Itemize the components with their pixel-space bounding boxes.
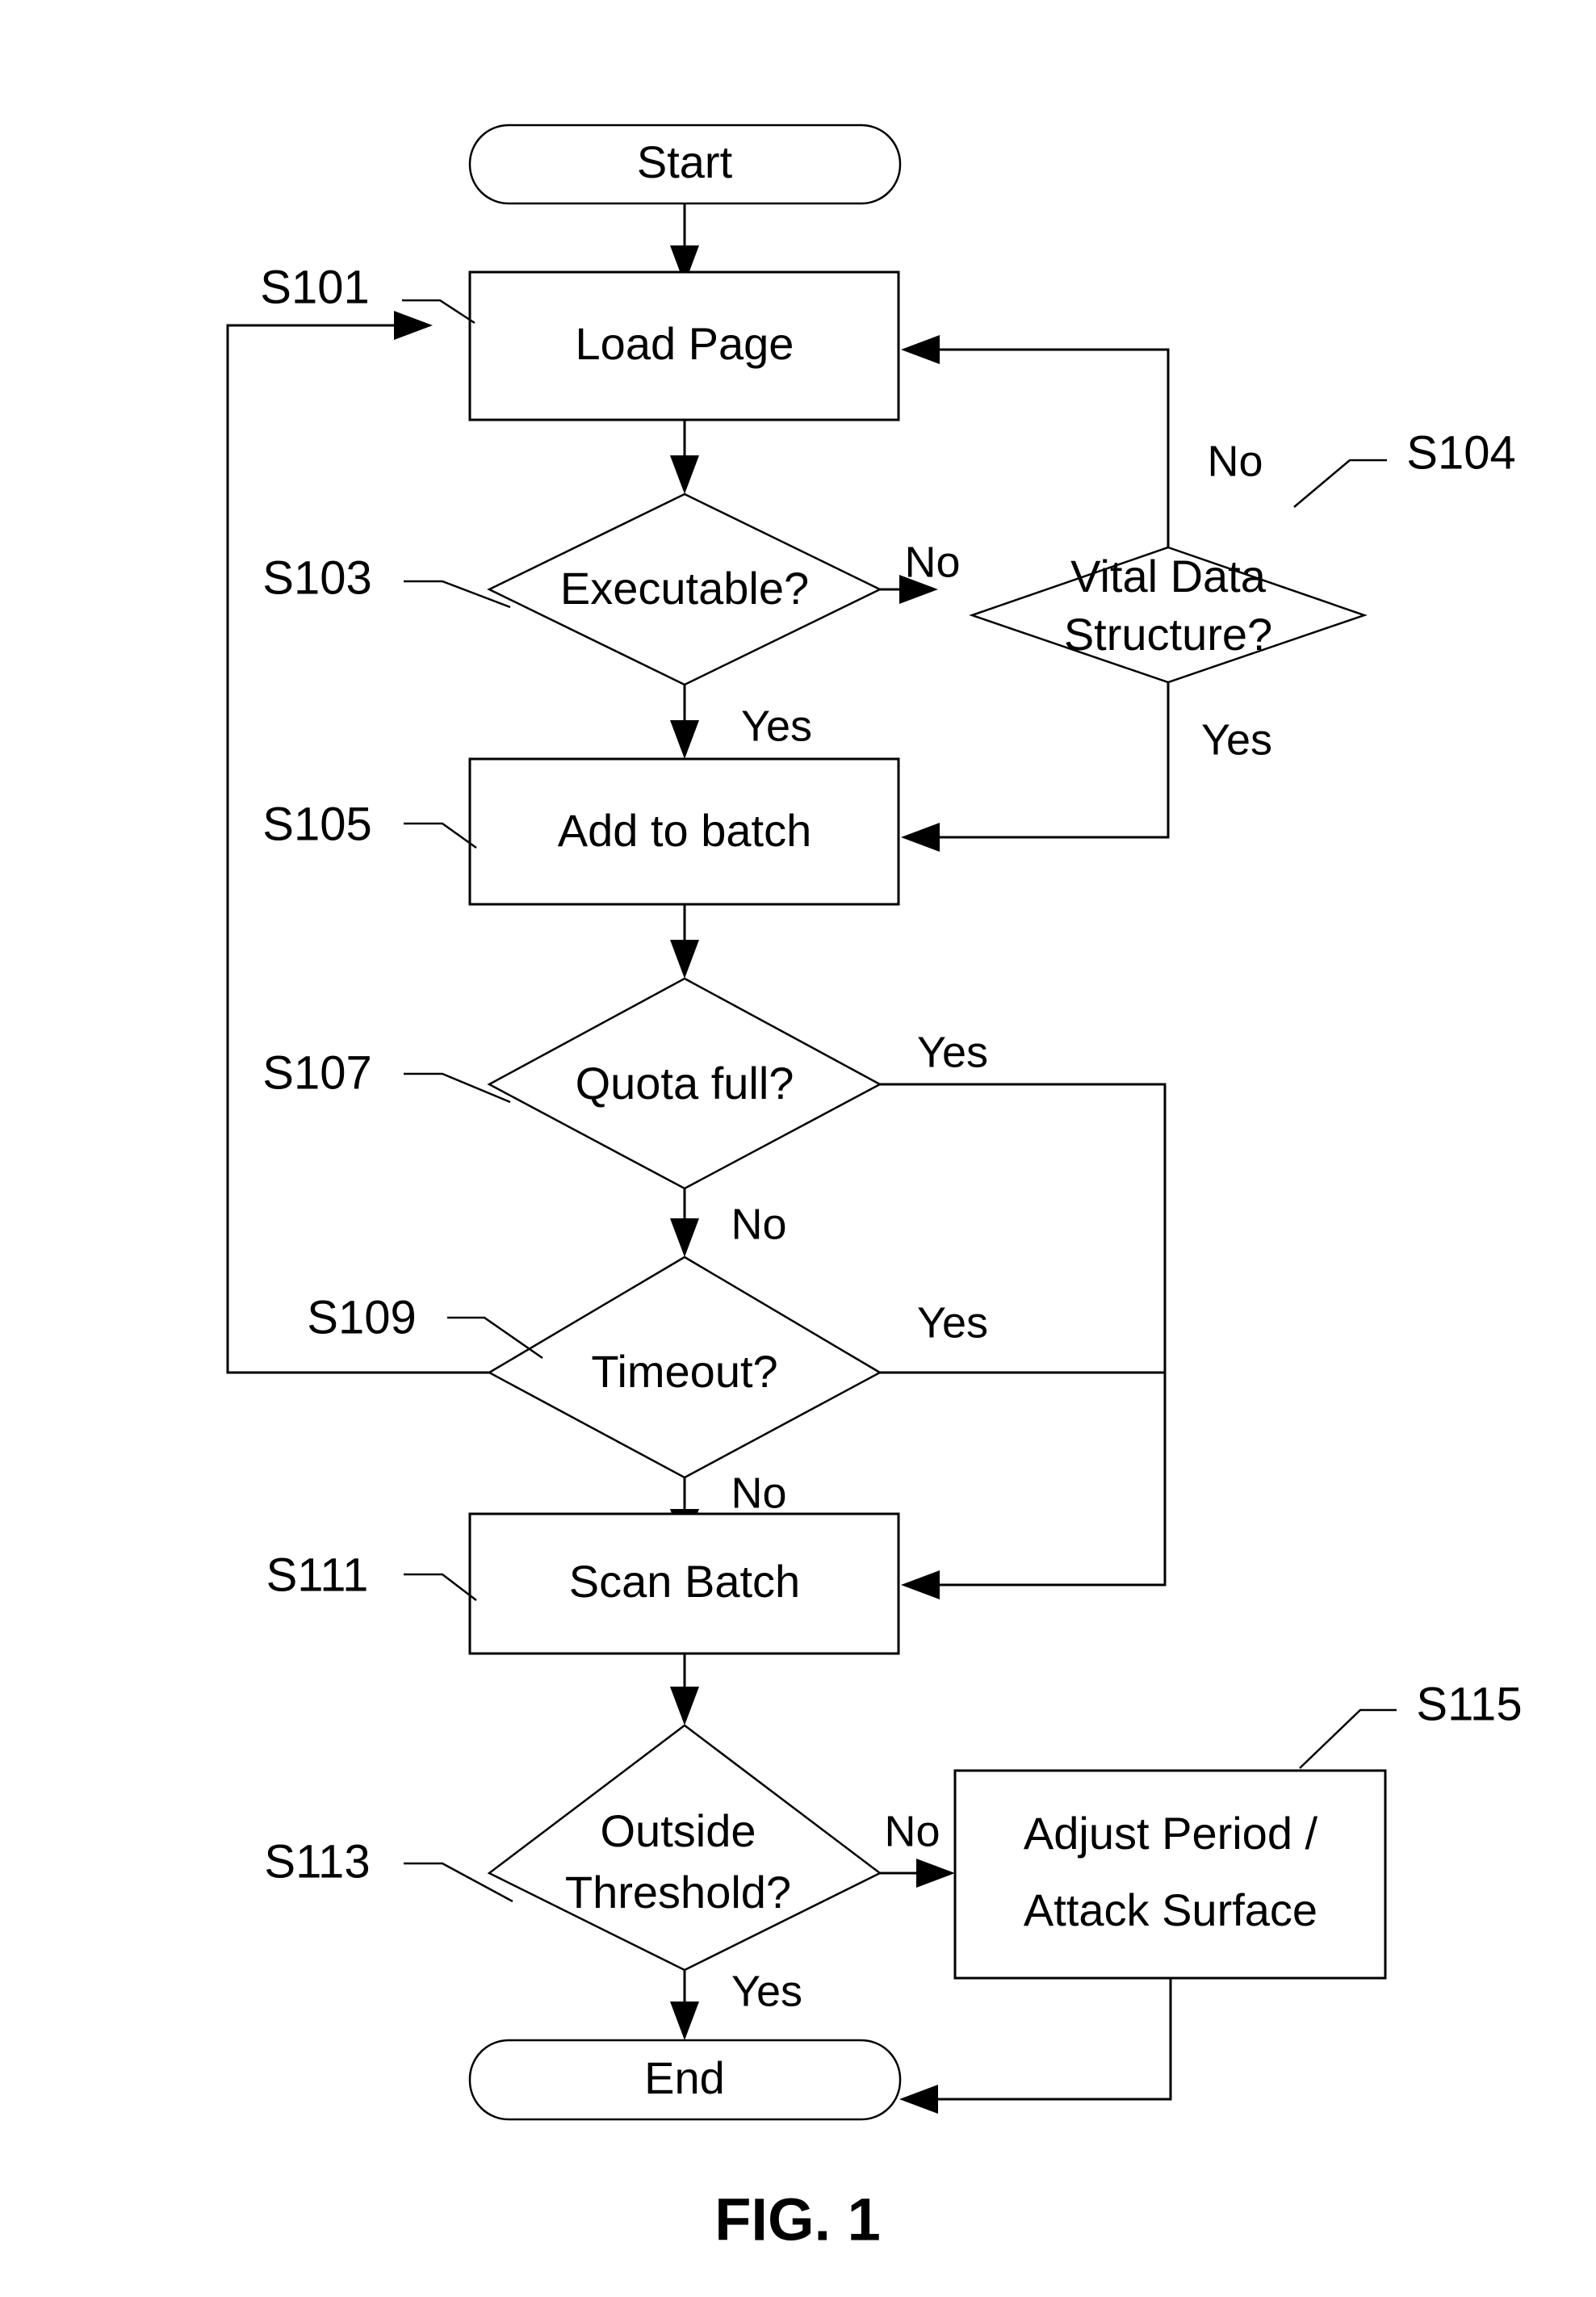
edge-executable-yes-to-add-batch [670,685,699,759]
figure-caption: FIG. 1 [714,2186,881,2253]
edge-label-executable-yes: Yes [741,702,812,750]
node-add-to-batch: Add to batch [468,757,900,906]
step-ref-s105: S105 [262,798,477,850]
edge-adjust-period-to-end [899,1978,1172,2114]
node-end-label: End [644,2052,725,2103]
node-vital-data-label-line1: Vital Data [1070,551,1267,601]
step-ref-s109-label: S109 [307,1291,416,1343]
step-ref-s113-label: S113 [264,1835,370,1888]
step-ref-s107: S107 [262,1046,511,1104]
node-vital-data-label-line2: Structure? [1064,609,1272,660]
edge-label-quota-no: No [731,1200,786,1248]
node-load-page: Load Page [468,270,900,421]
node-quota-full-label: Quota full? [576,1058,794,1109]
edge-label-timeout-no: No [731,1469,786,1517]
node-outside-threshold-decision: Outside Threshold? [487,1724,882,1972]
edge-label-vital-data-yes: Yes [1201,715,1272,764]
step-ref-s111-label: S111 [266,1549,369,1601]
node-timeout-label: Timeout? [591,1346,777,1397]
node-scan-batch-label: Scan Batch [569,1556,800,1607]
node-executable-label: Executable? [560,563,809,614]
node-adjust-period-label-line1: Adjust Period / [1024,1808,1318,1859]
node-add-to-batch-label: Add to batch [558,805,811,856]
node-quota-full-decision: Quota full? [487,977,882,1190]
step-ref-s101-label: S101 [260,261,369,313]
edge-label-quota-yes: Yes [917,1028,988,1076]
edge-load-page-to-executable [670,420,699,494]
edge-threshold-no-to-adjust-period [880,1859,955,1888]
step-ref-s104-label: S104 [1406,426,1515,479]
patent-figure-page: Start Load Page Executable? Vital Data S… [0,0,1596,2297]
node-load-page-label: Load Page [576,318,794,369]
step-ref-s104: S104 [1293,426,1516,508]
edge-label-executable-no: No [904,538,960,586]
step-ref-s107-label: S107 [262,1046,371,1099]
step-ref-s109: S109 [307,1291,543,1360]
step-ref-s111: S111 [266,1549,477,1601]
edge-label-timeout-yes: Yes [917,1298,988,1347]
node-vital-data-structure-decision: Vital Data Structure? [969,546,1368,684]
node-end: End [468,2039,902,2121]
node-outside-threshold-label-line1: Outside [601,1805,756,1856]
edge-add-batch-to-quota [670,904,699,979]
step-ref-s115-label: S115 [1416,1678,1522,1730]
edge-quota-no-to-timeout [670,1188,699,1257]
flowchart-diagram: Start Load Page Executable? Vital Data S… [226,124,1523,2253]
node-executable-decision: Executable? [487,493,882,686]
edge-label-vital-data-no: No [1207,437,1263,485]
step-ref-s113: S113 [264,1835,513,1903]
edge-scan-batch-to-outside-threshold [670,1654,699,1725]
edge-vital-data-yes-to-add-batch [901,682,1170,852]
node-start-label: Start [637,136,733,187]
edge-vital-data-no-to-load-page [901,335,1170,547]
step-ref-s115: S115 [1299,1678,1523,1769]
node-adjust-period-attack-surface: Adjust Period / Attack Surface [953,1769,1387,1980]
step-ref-s103: S103 [262,551,511,609]
step-ref-s105-label: S105 [262,798,371,850]
node-scan-batch: Scan Batch [468,1512,900,1655]
edge-threshold-yes-to-end [670,1970,699,2040]
step-ref-s103-label: S103 [262,551,371,604]
node-outside-threshold-label-line2: Threshold? [565,1867,791,1918]
step-ref-s101: S101 [260,261,475,325]
node-adjust-period-label-line2: Attack Surface [1024,1884,1317,1935]
edge-label-threshold-yes: Yes [731,1967,802,2015]
node-timeout-decision: Timeout? [487,1255,882,1479]
edge-label-threshold-no: No [884,1807,940,1855]
node-start: Start [468,124,902,205]
